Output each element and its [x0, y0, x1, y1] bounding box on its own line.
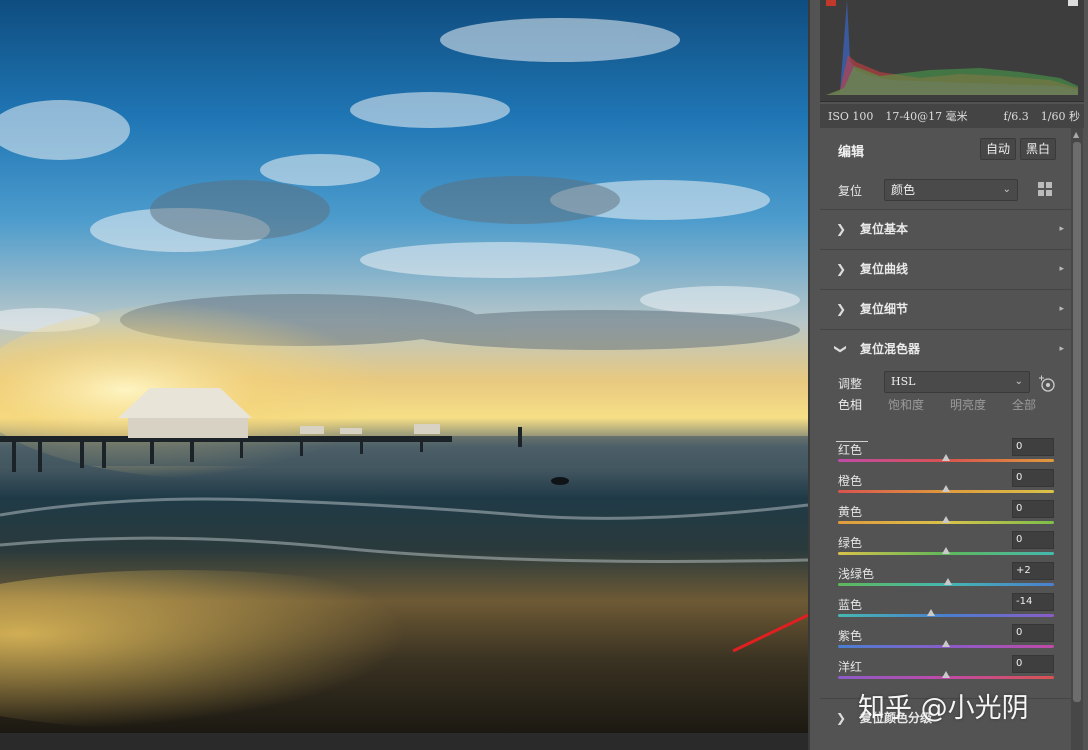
mixer-adjust-value: HSL: [891, 375, 916, 388]
edit-header: 编辑 自动 黑白: [820, 130, 1072, 170]
section-basic[interactable]: ❯ 复位基本 ▸: [820, 209, 1072, 247]
slider-orange-thumb[interactable]: [942, 485, 950, 492]
section-curves[interactable]: ❯ 复位曲线 ▸: [820, 249, 1072, 287]
slider-aqua-value[interactable]: +2: [1012, 562, 1054, 580]
slider-purple: 紫色 0: [820, 624, 1072, 655]
edit-title: 编辑: [838, 145, 865, 160]
slider-orange-value[interactable]: 0: [1012, 469, 1054, 487]
slider-aqua-label: 浅绿色: [838, 567, 875, 581]
slider-aqua: 浅绿色 +2: [820, 562, 1072, 593]
slider-yellow: 黄色 0: [820, 500, 1072, 531]
iso-value: ISO 100: [828, 109, 874, 123]
slider-purple-label: 紫色: [838, 629, 863, 643]
panel-scrollbar[interactable]: ▲: [1071, 128, 1083, 750]
slider-green-label: 绿色: [838, 536, 863, 550]
tab-all[interactable]: 全部: [1012, 396, 1036, 430]
slider-green-value[interactable]: 0: [1012, 531, 1054, 549]
slider-magenta-value[interactable]: 0: [1012, 655, 1054, 673]
tab-hue[interactable]: 色相: [835, 396, 869, 442]
slider-blue-thumb[interactable]: [927, 609, 935, 616]
slider-blue-track[interactable]: [838, 614, 1054, 617]
slider-yellow-value[interactable]: 0: [1012, 500, 1054, 518]
tab-saturation[interactable]: 饱和度: [888, 396, 924, 430]
camera-info-bar: ISO 100 17-40@17 毫米 f/6.3 1/60 秒: [820, 104, 1084, 128]
mixer-tabs: 色相 饱和度 明亮度 全部: [820, 396, 1072, 442]
black-white-button[interactable]: 黑白: [1020, 138, 1057, 160]
tab-luminance[interactable]: 明亮度: [950, 396, 986, 430]
chevron-down-icon: ⌄: [1014, 376, 1023, 387]
slider-magenta: 洋红 0: [820, 655, 1072, 686]
section-detail-title: 复位细节: [860, 302, 909, 316]
slider-yellow-label: 黄色: [838, 505, 863, 519]
slider-blue-value[interactable]: -14: [1012, 593, 1054, 611]
chevron-down-icon: ❯: [834, 343, 848, 354]
reset-row: 复位 颜色 ⌄: [820, 172, 1072, 208]
chevron-right-icon: ❯: [835, 261, 847, 276]
beach-sunset-photo: [0, 18, 808, 730]
slider-red-value[interactable]: 0: [1012, 438, 1054, 456]
grid-icon[interactable]: [1038, 182, 1052, 196]
histogram-graph: [826, 0, 1078, 95]
reset-dropdown-value: 颜色: [891, 183, 916, 197]
chevron-down-icon: ⌄: [1002, 184, 1011, 195]
slider-aqua-thumb[interactable]: [944, 578, 952, 585]
chevron-right-icon: ❯: [835, 710, 847, 725]
chevron-right-icon: ❯: [835, 221, 847, 236]
caret-right-icon: ▸: [1059, 263, 1064, 274]
section-mixer-title: 复位混色器: [860, 342, 921, 356]
slider-orange: 橙色 0: [820, 469, 1072, 500]
section-mixer[interactable]: ❯ 复位混色器 ▸: [820, 329, 1072, 367]
watermark: 知乎 @小光阴: [858, 693, 1029, 724]
chevron-right-icon: ❯: [835, 301, 847, 316]
slider-red-label: 红色: [838, 443, 863, 457]
section-detail[interactable]: ❯ 复位细节 ▸: [820, 289, 1072, 327]
slider-blue: 蓝色 -14: [820, 593, 1072, 624]
scrollbar-thumb[interactable]: [1073, 142, 1081, 702]
slider-red: 红色 0: [820, 438, 1072, 469]
photo-preview: [0, 0, 808, 733]
slider-orange-label: 橙色: [838, 474, 863, 488]
mixer-adjust-label: 调整: [838, 377, 863, 391]
slider-yellow-thumb[interactable]: [942, 516, 950, 523]
section-curves-title: 复位曲线: [860, 262, 909, 276]
slider-magenta-thumb[interactable]: [942, 671, 950, 678]
caret-right-icon: ▸: [1059, 343, 1064, 354]
histogram: [820, 0, 1084, 102]
mixer-adjust-row: 调整 HSL ⌄: [820, 367, 1072, 397]
reset-dropdown[interactable]: 颜色 ⌄: [884, 179, 1018, 201]
caret-right-icon: ▸: [1059, 223, 1064, 234]
mixer-adjust-dropdown[interactable]: HSL ⌄: [884, 371, 1030, 393]
shutter-value: 1/60 秒: [1040, 110, 1080, 123]
reset-label: 复位: [838, 184, 863, 198]
photo-bottom-bar: [0, 733, 808, 750]
auto-button[interactable]: 自动: [980, 138, 1017, 160]
lens-value: 17-40@17 毫米: [885, 110, 968, 123]
section-basic-title: 复位基本: [860, 222, 909, 236]
aperture-value: f/6.3: [1003, 109, 1029, 123]
slider-blue-label: 蓝色: [838, 598, 863, 612]
slider-green-thumb[interactable]: [942, 547, 950, 554]
slider-green: 绿色 0: [820, 531, 1072, 562]
target-adjust-icon[interactable]: [1036, 373, 1056, 393]
slider-purple-thumb[interactable]: [942, 640, 950, 647]
slider-purple-value[interactable]: 0: [1012, 624, 1054, 642]
slider-magenta-label: 洋红: [838, 660, 863, 674]
slider-red-thumb[interactable]: [942, 454, 950, 461]
scroll-up-icon[interactable]: ▲: [1073, 130, 1079, 139]
edit-panel: ISO 100 17-40@17 毫米 f/6.3 1/60 秒 编辑 自动 黑…: [808, 0, 1088, 750]
caret-right-icon: ▸: [1059, 303, 1064, 314]
